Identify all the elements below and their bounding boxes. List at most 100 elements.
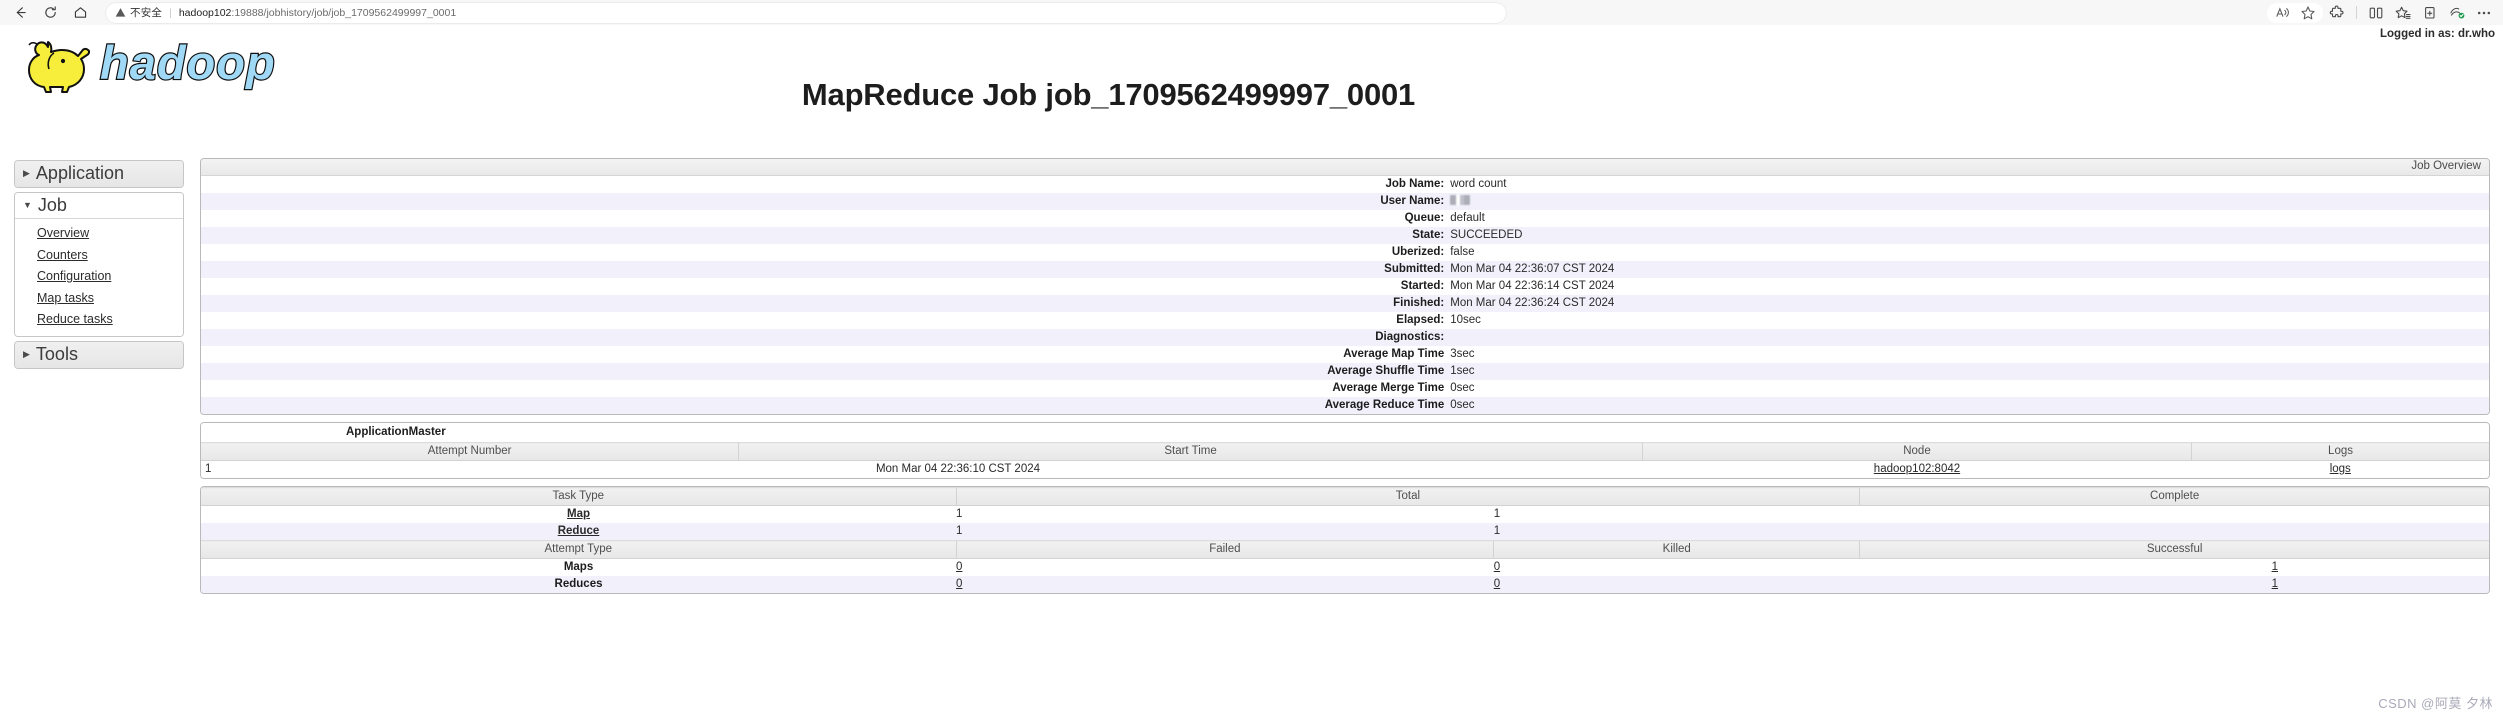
table-row: Average Shuffle Time 1sec	[201, 363, 2489, 380]
table-row: Reduces 0 0 1	[201, 576, 2489, 593]
am-col-logs[interactable]: Logs	[2191, 442, 2489, 461]
table-row: User Name:	[201, 193, 2489, 210]
page-title: MapReduce Job job_1709562499997_0001	[0, 77, 2503, 113]
chevron-right-icon: ▶	[23, 349, 30, 360]
table-row: Elapsed: 10sec	[201, 312, 2489, 329]
job-overview-value: 10sec	[1450, 314, 1481, 326]
am-logs-link[interactable]: logs	[2330, 463, 2351, 475]
refresh-icon[interactable]	[36, 2, 64, 24]
job-overview-key: Average Merge Time	[1332, 382, 1445, 394]
application-master-table: Attempt Number Start Time Node Logs 1 Mo…	[201, 442, 2489, 478]
browser-toolbar: 不安全 | hadoop102:19888/jobhistory/job/job…	[0, 0, 2503, 25]
job-overview-key: Job Name:	[1385, 178, 1445, 190]
application-master-header-row: Attempt Number Start Time Node Logs	[201, 442, 2489, 461]
address-bar[interactable]: 不安全 | hadoop102:19888/jobhistory/job/job…	[106, 2, 1506, 23]
at-col-killed[interactable]: Killed	[1493, 540, 1860, 559]
job-overview-value: SUCCEEDED	[1450, 229, 1523, 241]
sidebar-group-tools: ▶ Tools	[14, 340, 184, 369]
task-type-body: Map 1 1 Reduce 1 1	[201, 505, 2489, 541]
read-aloud-icon[interactable]	[2269, 2, 2295, 24]
job-overview-key: Finished:	[1393, 297, 1445, 309]
application-master-panel: ApplicationMaster Attempt Number Start T…	[200, 422, 2490, 479]
at-row-label: Maps	[563, 561, 594, 573]
tt-task-type-link[interactable]: Map	[567, 508, 590, 520]
sidebar-item-tools[interactable]: ▶ Tools	[15, 341, 183, 368]
security-status-label: 不安全	[130, 7, 163, 19]
at-col-attempt-type[interactable]: Attempt Type	[201, 540, 957, 559]
at-killed-link[interactable]: 0	[1494, 578, 1500, 590]
sidebar-item-job[interactable]: ▼ Job	[15, 192, 183, 220]
am-col-node[interactable]: Node	[1641, 442, 2192, 461]
at-failed-link[interactable]: 0	[956, 561, 962, 573]
job-overview-value: Mon Mar 04 22:36:14 CST 2024	[1450, 280, 1615, 292]
browser-nav-buttons	[6, 2, 94, 24]
job-overview-key: Queue:	[1404, 212, 1445, 224]
table-row: Diagnostics:	[201, 329, 2489, 346]
job-overview-value	[1450, 193, 2489, 210]
job-overview-value: Mon Mar 04 22:36:24 CST 2024	[1450, 297, 1615, 309]
sidebar-item-reduce-tasks[interactable]: Reduce tasks	[37, 309, 183, 331]
tt-col-complete[interactable]: Complete	[1859, 487, 2489, 506]
job-overview-key: Uberized:	[1391, 246, 1445, 258]
application-master-title: ApplicationMaster	[201, 423, 2489, 442]
tt-spacer-cell	[1860, 506, 2489, 524]
at-killed-cell: 0	[1494, 576, 1860, 593]
job-overview-key: Average Map Time	[1343, 348, 1445, 360]
job-overview-table: Job Name: word count User Name: Queue: defau…	[201, 176, 2489, 414]
at-col-failed[interactable]: Failed	[955, 540, 1494, 559]
page-title-text: MapReduce Job job_1709562499997_0001	[801, 77, 1416, 112]
at-killed-link[interactable]: 0	[1494, 561, 1500, 573]
toolbar-divider	[2356, 6, 2357, 19]
at-successful-link[interactable]: 1	[2272, 561, 2278, 573]
task-summary-table: Task Type Total Complete Map 1 1 Reduce …	[201, 487, 2489, 593]
am-node-link[interactable]: hadoop102:8042	[1874, 463, 1960, 475]
sidebar-item-overview[interactable]: Overview	[37, 223, 183, 245]
browser-essentials-icon[interactable]	[2444, 2, 2470, 24]
tt-row-label-cell: Reduce	[201, 523, 956, 541]
address-divider: |	[169, 6, 172, 19]
job-overview-key: Started:	[1400, 280, 1445, 292]
job-overview-value: false	[1450, 246, 1475, 258]
job-overview-value: 3sec	[1450, 348, 1475, 360]
table-row: Average Map Time 3sec	[201, 346, 2489, 363]
at-col-successful[interactable]: Successful	[1859, 540, 2489, 559]
job-overview-panel: Job Overview Job Name: word count User Nam…	[200, 158, 2490, 415]
tt-task-type-link[interactable]: Reduce	[558, 525, 600, 537]
tt-row-label-cell: Map	[201, 506, 956, 524]
job-overview-value: word count	[1450, 178, 1507, 190]
job-overview-value: default	[1450, 212, 1485, 224]
favorites-list-icon[interactable]	[2390, 2, 2416, 24]
am-col-start-time[interactable]: Start Time	[738, 442, 1643, 461]
add-collection-icon[interactable]	[2417, 2, 2443, 24]
job-overview-key: Average Reduce Time	[1324, 399, 1445, 411]
tt-col-total[interactable]: Total	[955, 487, 1860, 506]
tt-col-task-type[interactable]: Task Type	[201, 487, 957, 506]
url-path: :19888/jobhistory/job/job_1709562499997_…	[231, 6, 457, 19]
table-row: Map 1 1	[201, 505, 2489, 524]
at-failed-link[interactable]: 0	[956, 578, 962, 590]
extensions-puzzle-icon[interactable]	[2324, 2, 2350, 24]
attempt-type-header-row: Attempt Type Failed Killed Successful	[201, 540, 2489, 559]
at-failed-cell: 0	[956, 576, 1494, 593]
sidebar-item-map-tasks[interactable]: Map tasks	[37, 288, 183, 310]
at-successful-cell: 1	[1860, 576, 2489, 593]
sidebar-item-configuration[interactable]: Configuration	[37, 266, 183, 288]
back-icon[interactable]	[6, 2, 34, 24]
home-icon[interactable]	[66, 2, 94, 24]
add-favorite-star-icon[interactable]	[2295, 2, 2321, 24]
job-overview-value: 0sec	[1450, 382, 1475, 394]
at-successful-link[interactable]: 1	[2272, 578, 2278, 590]
sidebar-item-application[interactable]: ▶ Application	[15, 161, 183, 187]
job-overview-key: Submitted:	[1384, 263, 1445, 275]
table-row: Finished: Mon Mar 04 22:36:24 CST 2024	[201, 295, 2489, 312]
job-overview-key: Elapsed:	[1396, 314, 1445, 326]
redacted-username	[1450, 195, 1471, 205]
settings-and-more-icon[interactable]	[2471, 2, 2497, 24]
split-screen-icon[interactable]	[2363, 2, 2389, 24]
at-failed-cell: 0	[956, 559, 1494, 577]
table-row: Maps 0 0 1	[201, 558, 2489, 577]
tt-spacer-cell	[1860, 523, 2489, 541]
am-col-attempt-number[interactable]: Attempt Number	[201, 442, 739, 461]
am-attempt-number: 1	[201, 460, 739, 478]
sidebar-item-counters[interactable]: Counters	[37, 245, 183, 267]
